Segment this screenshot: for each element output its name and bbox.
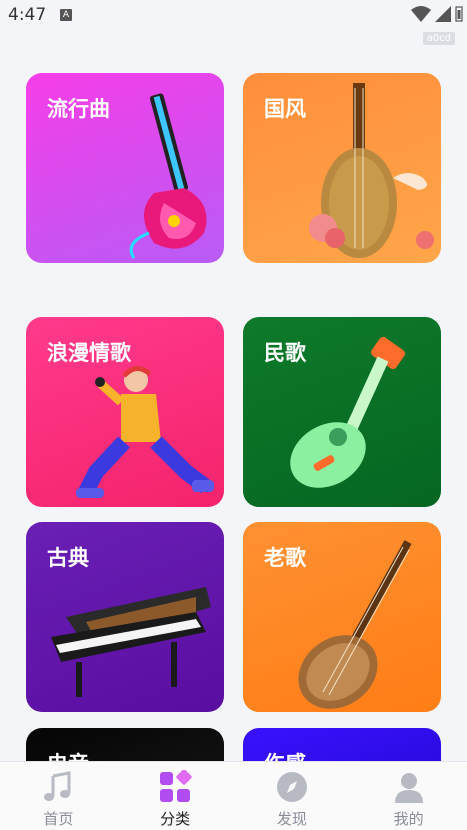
compass-icon xyxy=(276,772,307,802)
category-card-folk[interactable]: 民歌 xyxy=(243,317,441,507)
wifi-icon xyxy=(411,6,431,22)
singer-icon xyxy=(76,366,214,498)
category-card-pop[interactable]: 流行曲 xyxy=(26,73,224,263)
tab-label: 我的 xyxy=(393,810,424,828)
tab-home[interactable]: 首页 xyxy=(0,762,117,830)
tab-profile[interactable]: 我的 xyxy=(350,762,467,830)
tab-category[interactable]: 分类 xyxy=(117,762,234,830)
signal-icon xyxy=(435,6,451,22)
category-grid-icon xyxy=(160,770,192,802)
status-bar: 4:47 A xyxy=(0,0,467,30)
ukulele-icon xyxy=(290,337,406,488)
electric-guitar-icon xyxy=(129,93,207,259)
category-card-oldies[interactable]: 老歌 xyxy=(243,522,441,712)
battery-icon xyxy=(455,6,463,22)
status-time: 4:47 xyxy=(8,5,47,25)
tab-label: 分类 xyxy=(160,810,191,828)
tab-discover[interactable]: 发现 xyxy=(234,762,351,830)
status-a-badge: A xyxy=(60,9,72,21)
bottom-nav: 首页 分类 发现 我的 xyxy=(0,761,467,830)
grand-piano-icon xyxy=(51,587,211,697)
category-card-romantic[interactable]: 浪漫情歌 xyxy=(26,317,224,507)
music-note-icon xyxy=(44,771,71,801)
category-card-guofeng[interactable]: 国风 xyxy=(243,73,441,263)
category-label: 流行曲 xyxy=(47,97,110,121)
debug-tag: a0cd xyxy=(422,32,455,45)
tab-label: 首页 xyxy=(43,810,74,828)
profile-icon xyxy=(394,773,423,803)
lute-icon xyxy=(298,540,412,709)
tab-label: 发现 xyxy=(276,810,307,828)
pipa-icon xyxy=(309,83,434,258)
category-card-classical[interactable]: 古典 xyxy=(26,522,224,712)
